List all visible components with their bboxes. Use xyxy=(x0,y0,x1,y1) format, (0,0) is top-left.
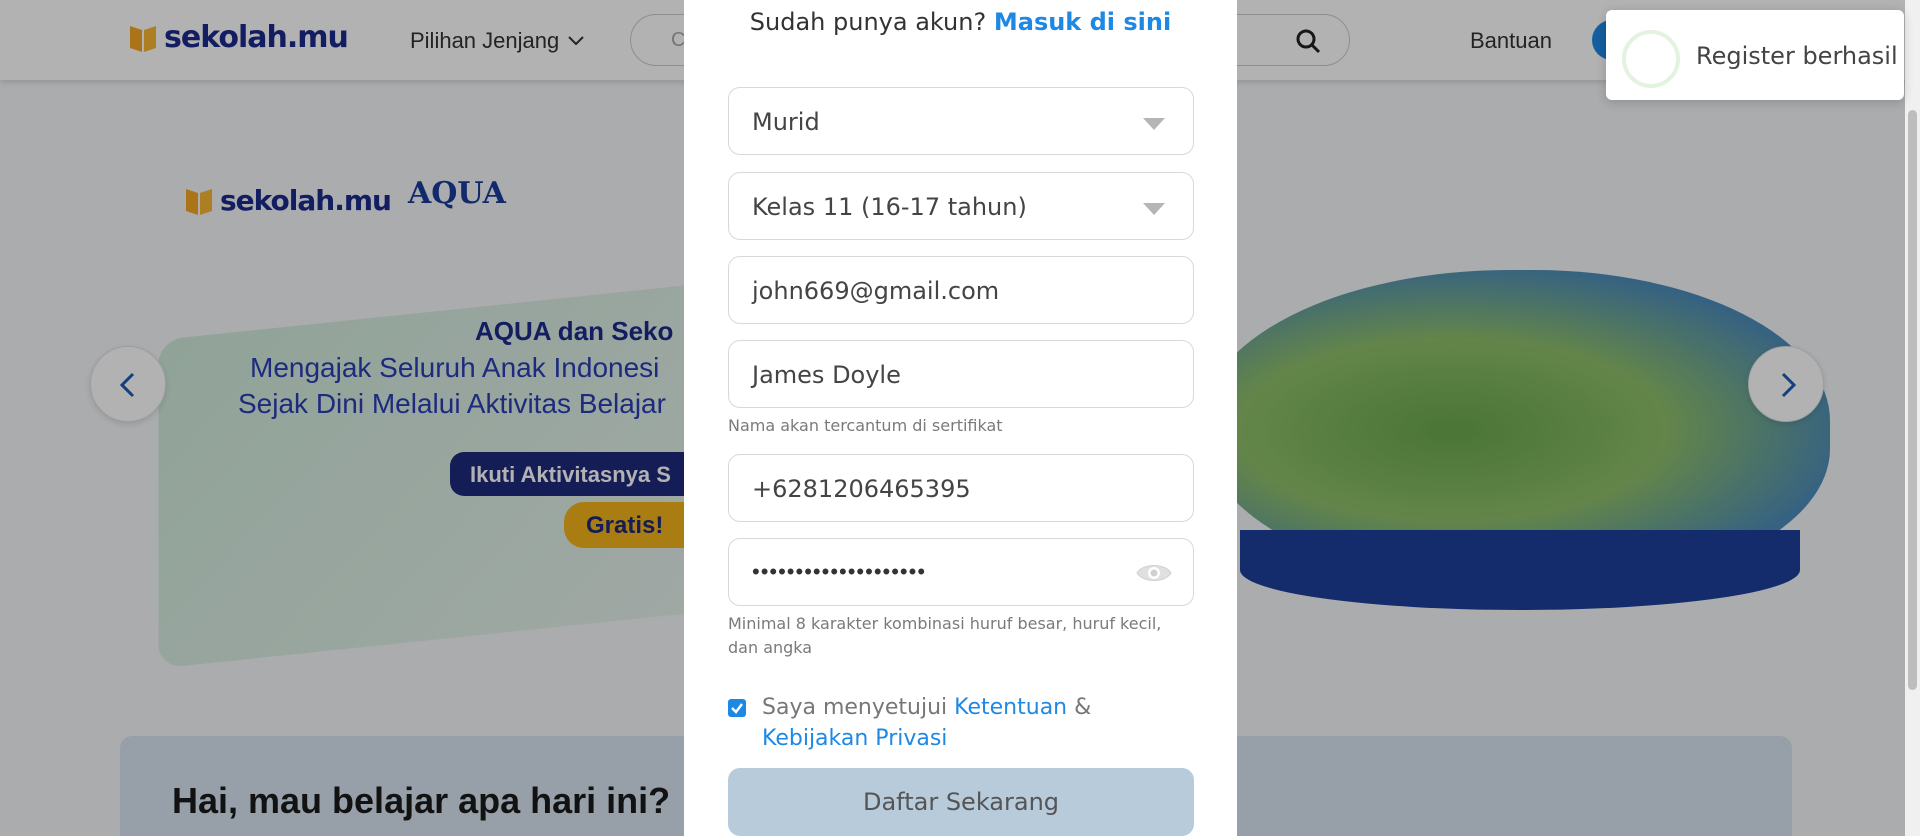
register-modal: Sudah punya akun? Masuk di sini Murid Ke… xyxy=(684,0,1237,836)
role-select[interactable]: Murid xyxy=(728,87,1194,155)
class-select-value: Kelas 11 (16-17 tahun) xyxy=(752,193,1027,221)
phone-value: +6281206465395 xyxy=(752,475,971,503)
terms-link[interactable]: Ketentuan xyxy=(954,695,1067,720)
agree-prefix: Saya menyetujui xyxy=(762,695,948,720)
name-hint: Nama akan tercantum di sertifikat xyxy=(728,416,1003,435)
name-field[interactable]: James Doyle xyxy=(728,340,1194,408)
login-prompt-text: Sudah punya akun? xyxy=(749,8,987,36)
success-toast: Register berhasil xyxy=(1606,10,1904,100)
scrollbar-thumb[interactable] xyxy=(1908,110,1917,690)
class-select[interactable]: Kelas 11 (16-17 tahun) xyxy=(728,172,1194,240)
checkmark-icon xyxy=(731,703,743,714)
phone-field[interactable]: +6281206465395 xyxy=(728,454,1194,522)
caret-down-icon xyxy=(1143,118,1165,130)
password-hint: Minimal 8 karakter kombinasi huruf besar… xyxy=(728,614,1162,657)
loading-spinner-icon xyxy=(1622,30,1680,88)
role-select-value: Murid xyxy=(752,108,820,136)
password-field[interactable]: •••••••••••••••••••• xyxy=(728,538,1194,606)
email-field[interactable]: john669@gmail.com xyxy=(728,256,1194,324)
privacy-link[interactable]: Kebijakan Privasi xyxy=(762,726,947,751)
show-password-eye-icon[interactable] xyxy=(1135,559,1173,587)
toast-message: Register berhasil xyxy=(1696,42,1898,70)
login-link[interactable]: Masuk di sini xyxy=(994,8,1171,36)
ampersand: & xyxy=(1074,695,1092,720)
terms-agreement: Saya menyetujui Ketentuan & Kebijakan Pr… xyxy=(762,692,1182,754)
caret-down-icon xyxy=(1143,203,1165,215)
login-prompt: Sudah punya akun? Masuk di sini xyxy=(684,8,1237,36)
submit-register-button[interactable]: Daftar Sekarang xyxy=(728,768,1194,836)
name-value: James Doyle xyxy=(752,361,901,389)
page-scrollbar[interactable] xyxy=(1905,0,1920,836)
password-value: •••••••••••••••••••• xyxy=(752,559,927,584)
terms-checkbox[interactable] xyxy=(728,699,746,717)
email-value: john669@gmail.com xyxy=(752,277,1000,305)
